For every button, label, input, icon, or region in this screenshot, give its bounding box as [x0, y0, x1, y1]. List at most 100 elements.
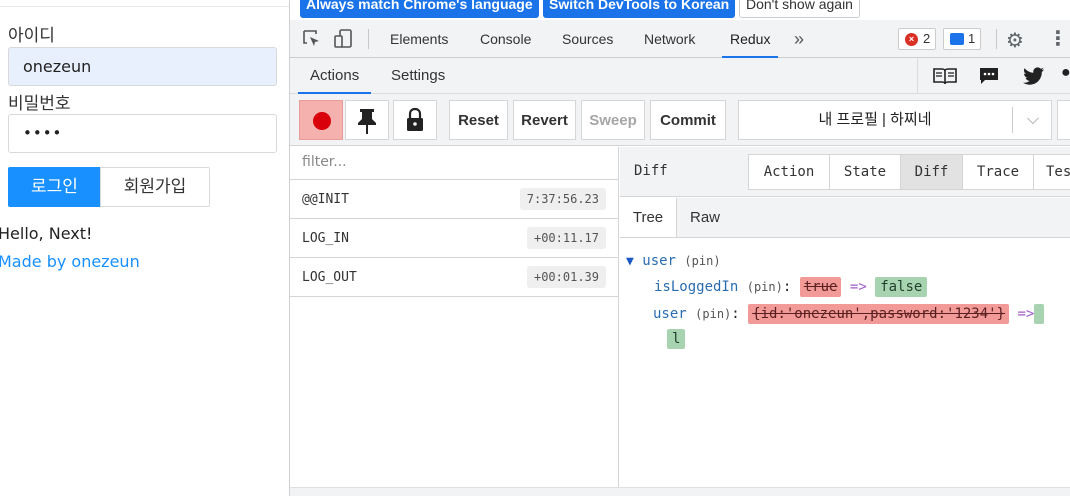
github-icon[interactable]: ● [1061, 64, 1070, 82]
more-options-icon[interactable]: ⋮ [1048, 26, 1068, 51]
id-input[interactable]: onezeun [8, 47, 277, 86]
tab-elements[interactable]: Elements [390, 20, 448, 58]
tab-sources[interactable]: Sources [562, 20, 613, 58]
node-key: user [653, 306, 687, 322]
detail-title: Diff [634, 163, 668, 179]
inspect-element-icon[interactable] [301, 28, 323, 50]
language-infobar: Always match Chrome's language Switch De… [290, 0, 1070, 20]
tree-node-user-value: user (pin): {id:'onezeun',password:'1234… [653, 304, 1045, 324]
expand-triangle-icon: ▼ [626, 254, 634, 269]
instance-divider [1012, 107, 1013, 133]
added-value: l [667, 329, 686, 349]
revert-button[interactable]: Revert [513, 100, 576, 140]
node-key: isLoggedIn [654, 279, 739, 295]
tab-test[interactable]: Tes [1033, 154, 1070, 190]
message-count: 1 [968, 31, 976, 46]
detail-header: Diff Action State Diff Trace Tes [620, 147, 1070, 197]
tab-network[interactable]: Network [644, 20, 695, 58]
key-colon: : [731, 306, 740, 322]
tab-state[interactable]: State [829, 154, 901, 190]
tabbar-divider-right [996, 29, 997, 49]
redux-toolbar: Reset Revert Sweep Commit 내 프로필 | 하찌네 ⌵ [290, 94, 1070, 146]
signup-button[interactable]: 회원가입 [100, 167, 210, 207]
diff-arrow: => [1017, 306, 1035, 322]
added-value: false [875, 277, 928, 297]
chevron-down-icon: ⌵ [1026, 111, 1039, 128]
reset-button[interactable]: Reset [449, 100, 508, 140]
instance-name: 내 프로필 | 하찌네 [818, 111, 932, 128]
instance-selector[interactable]: 내 프로필 | 하찌네 ⌵ [738, 100, 1052, 140]
tree-node-user-value-wrap: l [667, 329, 686, 349]
record-toggle-button[interactable] [299, 100, 343, 140]
diff-arrow: => [849, 279, 867, 295]
action-time: +00:11.17 [526, 227, 606, 249]
action-list: filter... @@INIT 7:37:56.23 LOG_IN +00:1… [290, 147, 619, 487]
pin-icon [358, 109, 376, 134]
action-name: LOG_OUT [302, 270, 357, 285]
persist-pin-button[interactable] [345, 100, 389, 140]
tab-actions[interactable]: Actions [297, 58, 372, 94]
view-tabs-background [677, 198, 1070, 237]
action-time: +00:01.39 [526, 266, 606, 288]
tab-console[interactable]: Console [480, 20, 531, 58]
login-page: 아이디 onezeun 비밀번호 •••• 로그인 회원가입 Hello, Ne… [0, 0, 289, 496]
pin-link[interactable]: (pin) [684, 254, 720, 268]
pin-link[interactable]: (pin) [747, 280, 783, 294]
action-list-item[interactable]: LOG_OUT +00:01.39 [290, 258, 618, 297]
tab-tree[interactable]: Tree [620, 198, 677, 237]
settings-gear-icon[interactable]: ⚙ [1006, 28, 1024, 53]
switch-korean-button[interactable]: Switch DevTools to Korean [543, 0, 736, 18]
tree-node-user[interactable]: ▼ user (pin) [626, 253, 721, 269]
tab-redux[interactable]: Redux [721, 20, 780, 58]
tab-action[interactable]: Action [748, 154, 830, 190]
pin-link[interactable]: (pin) [695, 307, 731, 321]
action-name: @@INIT [302, 192, 349, 207]
more-tabs-icon[interactable]: » [794, 20, 804, 58]
match-language-button[interactable]: Always match Chrome's language [300, 0, 539, 18]
horizontal-scrollbar[interactable] [290, 487, 1070, 496]
commit-button[interactable]: Commit [650, 100, 726, 140]
record-icon [313, 112, 331, 130]
subbar-divider [917, 58, 918, 94]
login-button[interactable]: 로그인 [8, 167, 101, 207]
hello-text: Hello, Next! [0, 224, 93, 243]
page-top-divider [0, 6, 289, 7]
id-label: 아이디 [8, 26, 55, 46]
action-filter-input[interactable]: filter... [290, 147, 618, 180]
tab-settings[interactable]: Settings [391, 58, 445, 94]
lock-changes-button[interactable] [393, 100, 437, 140]
tab-raw[interactable]: Raw [677, 198, 733, 237]
docs-book-icon[interactable] [933, 67, 957, 85]
tabbar-divider [368, 29, 369, 49]
action-name: LOG_IN [302, 231, 349, 246]
added-value-marker: ​ [1034, 304, 1045, 324]
message-count-badge[interactable]: 1 [943, 28, 982, 50]
action-list-item[interactable]: LOG_IN +00:11.17 [290, 219, 618, 258]
message-icon [950, 33, 964, 45]
twitter-icon[interactable] [1023, 67, 1045, 85]
error-count: 2 [923, 31, 931, 46]
tree-node-isloggedin: isLoggedIn (pin): true => false [654, 277, 928, 297]
password-input[interactable]: •••• [8, 114, 277, 153]
key-colon: : [782, 279, 792, 295]
removed-value: true [799, 277, 842, 297]
tab-diff[interactable]: Diff [900, 154, 963, 190]
dont-show-again-button[interactable]: Don't show again [739, 0, 860, 18]
feedback-chat-icon[interactable] [979, 67, 999, 85]
error-icon: × [905, 33, 918, 46]
diff-view-tabs: Tree Raw [620, 198, 1070, 238]
made-by-link[interactable]: Made by onezeun [0, 252, 140, 271]
removed-value: {id:'onezeun',password:'1234'} [748, 304, 1010, 324]
lock-icon [407, 107, 423, 131]
sweep-button[interactable]: Sweep [581, 100, 645, 140]
toolbar-overflow-button[interactable] [1057, 100, 1070, 140]
devtools-panel: Always match Chrome's language Switch De… [289, 0, 1070, 496]
redux-subbar: Actions Settings ● [290, 58, 1070, 94]
device-toolbar-icon[interactable] [333, 28, 355, 50]
password-label: 비밀번호 [8, 94, 71, 114]
action-list-item[interactable]: @@INIT 7:37:56.23 [290, 180, 618, 219]
error-count-badge[interactable]: × 2 [898, 28, 937, 50]
action-detail-panel: Diff Action State Diff Trace Tes Tree Ra… [620, 147, 1070, 487]
tab-trace[interactable]: Trace [962, 154, 1034, 190]
node-key: user [642, 253, 676, 269]
